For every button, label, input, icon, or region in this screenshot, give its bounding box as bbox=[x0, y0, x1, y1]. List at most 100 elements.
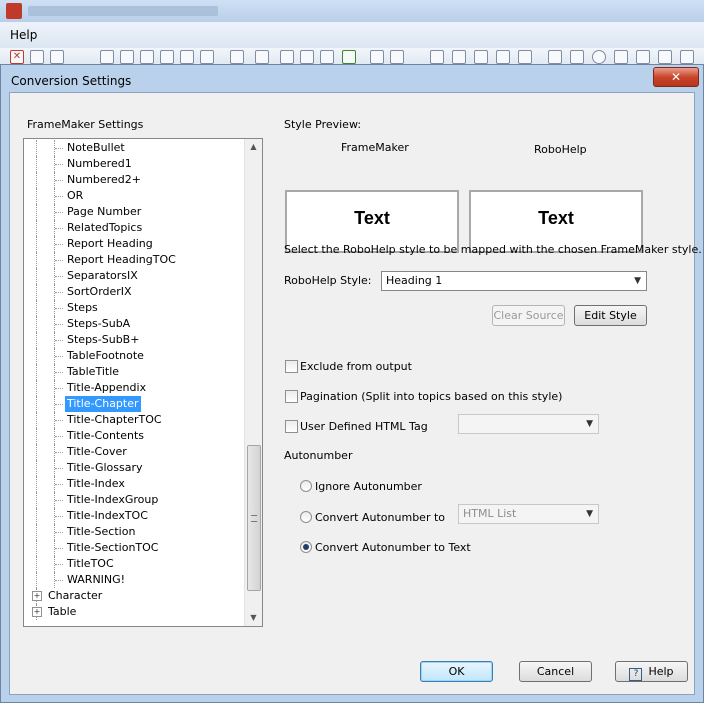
diamond-icon[interactable] bbox=[614, 50, 628, 64]
tool-icon-11[interactable] bbox=[658, 50, 672, 64]
new-topic-icon[interactable] bbox=[100, 50, 114, 64]
pagination-checkbox[interactable] bbox=[285, 390, 298, 403]
tree-guide-line bbox=[55, 180, 63, 181]
tool-icon-2[interactable] bbox=[255, 50, 269, 64]
document-icon[interactable] bbox=[120, 50, 134, 64]
tree-heading: FrameMaker Settings bbox=[27, 118, 144, 131]
tree-item-label: Title-IndexGroup bbox=[67, 493, 159, 506]
list-icon[interactable] bbox=[452, 50, 466, 64]
tree-guide-line bbox=[55, 500, 63, 501]
tree-guide-line bbox=[36, 556, 37, 572]
html-tag-select[interactable]: ▼ bbox=[458, 414, 599, 434]
cancel-button[interactable]: Cancel bbox=[519, 661, 592, 682]
tree-scrollbar[interactable]: ▲ ▼ bbox=[244, 139, 262, 626]
menu-help[interactable]: Help bbox=[10, 28, 37, 42]
app-title-blurred bbox=[28, 6, 218, 16]
tree-guide-line bbox=[36, 492, 37, 508]
tree-item-label: Title-Index bbox=[67, 477, 125, 490]
tool-icon-7[interactable] bbox=[390, 50, 404, 64]
expand-plus-icon[interactable]: + bbox=[32, 607, 42, 617]
delete-icon[interactable]: ✕ bbox=[10, 50, 24, 64]
tool-icon-10[interactable] bbox=[548, 50, 562, 64]
tree-guide-line bbox=[55, 548, 63, 549]
tree-item-label: OR bbox=[67, 189, 84, 202]
scroll-thumb[interactable] bbox=[247, 445, 261, 591]
undo-icon[interactable] bbox=[30, 50, 44, 64]
tree-item-label: Table bbox=[48, 605, 77, 618]
tree-item-label: Steps bbox=[67, 301, 98, 314]
robohelp-style-label: RoboHelp Style: bbox=[284, 274, 372, 287]
ignore-autonumber-radio[interactable] bbox=[300, 480, 312, 492]
robohelp-preview-label: RoboHelp bbox=[534, 143, 587, 156]
tree-guide-line bbox=[36, 444, 37, 460]
tree-guide-line bbox=[55, 404, 63, 405]
image-icon[interactable] bbox=[636, 50, 650, 64]
tree-item-label: TableFootnote bbox=[67, 349, 144, 362]
tree-item-label: Title-Chapter bbox=[65, 396, 141, 412]
tool-icon-4[interactable] bbox=[300, 50, 314, 64]
help-button[interactable]: ? Help bbox=[615, 661, 688, 682]
scroll-up-icon[interactable]: ▲ bbox=[245, 139, 262, 155]
tree-guide-line bbox=[55, 212, 63, 213]
app-icon bbox=[6, 3, 22, 19]
scroll-down-icon[interactable]: ▼ bbox=[245, 610, 262, 626]
edit-style-button[interactable]: Edit Style bbox=[574, 305, 647, 326]
tool-icon-8[interactable] bbox=[474, 50, 488, 64]
tool-icon-12[interactable] bbox=[680, 50, 694, 64]
app-title-bar bbox=[0, 0, 704, 22]
refresh-icon[interactable] bbox=[342, 50, 356, 64]
tool-icon-6[interactable] bbox=[370, 50, 384, 64]
tree-guide-line bbox=[55, 420, 63, 421]
autonumber-format-select[interactable]: HTML List ▼ bbox=[458, 504, 599, 524]
convert-autonumber-to-radio[interactable] bbox=[300, 511, 312, 523]
tree-guide-line bbox=[36, 332, 37, 348]
ok-button[interactable]: OK bbox=[420, 661, 493, 682]
tree-item-label: Page Number bbox=[67, 205, 142, 218]
dialog-title: Conversion Settings bbox=[11, 74, 132, 88]
tree-guide-line bbox=[36, 172, 37, 188]
convert-autonumber-text-radio[interactable] bbox=[300, 541, 312, 553]
tree-guide-line bbox=[55, 356, 63, 357]
tool-icon[interactable] bbox=[230, 50, 244, 64]
clear-source-button[interactable]: Clear Source bbox=[492, 305, 565, 326]
help-icon[interactable] bbox=[496, 50, 510, 64]
document-icon-4[interactable] bbox=[180, 50, 194, 64]
tree-guide-line bbox=[36, 252, 37, 268]
document-icon-3[interactable] bbox=[160, 50, 174, 64]
circle-icon[interactable] bbox=[592, 50, 606, 64]
user-html-tag-checkbox[interactable] bbox=[285, 420, 298, 433]
tree-item-label: Title-ChapterTOC bbox=[67, 413, 162, 426]
close-button[interactable]: ✕ bbox=[653, 67, 699, 87]
document-icon-2[interactable] bbox=[140, 50, 154, 64]
tool-icon-3[interactable] bbox=[280, 50, 294, 64]
rectangle-icon[interactable] bbox=[570, 50, 584, 64]
user-html-tag-label: User Defined HTML Tag bbox=[300, 420, 428, 433]
tool-icon-5[interactable] bbox=[320, 50, 334, 64]
tree-item-label: Title-Appendix bbox=[67, 381, 147, 394]
expand-plus-icon[interactable]: + bbox=[32, 591, 42, 601]
tree-item-label: SeparatorsIX bbox=[67, 269, 138, 282]
robohelp-style-select[interactable]: Heading 1 ▼ bbox=[381, 271, 647, 291]
framemaker-settings-tree[interactable]: NoteBullet Numbered1 Numbered2+ OR Page Numb… bbox=[23, 138, 263, 627]
document-icon-5[interactable] bbox=[200, 50, 214, 64]
tree-guide-line bbox=[55, 148, 63, 149]
exclude-checkbox[interactable] bbox=[285, 360, 298, 373]
dialog-client-area: FrameMaker Settings NoteBullet Numbered1 N… bbox=[9, 92, 702, 695]
tree-item-label: SortOrderIX bbox=[67, 285, 132, 298]
redo-icon[interactable] bbox=[50, 50, 64, 64]
tree-guide-line bbox=[55, 244, 63, 245]
framemaker-preview-text: Text bbox=[354, 208, 390, 228]
convert-autonumber-to-label: Convert Autonumber to bbox=[315, 511, 446, 524]
search-icon[interactable] bbox=[430, 50, 444, 64]
tool-icon-9[interactable] bbox=[518, 50, 532, 64]
app-menubar: Help bbox=[0, 22, 704, 49]
tree-guide-line bbox=[36, 540, 37, 556]
tree-guide-line bbox=[55, 276, 63, 277]
tree-guide-line bbox=[55, 372, 63, 373]
tree-item-label: Title-Cover bbox=[67, 445, 127, 458]
tree-item-label: Character bbox=[48, 589, 103, 602]
tree-guide-line bbox=[55, 468, 63, 469]
tree-guide-line bbox=[55, 436, 63, 437]
tree-guide-line bbox=[36, 476, 37, 492]
style-preview-heading: Style Preview: bbox=[284, 118, 362, 131]
